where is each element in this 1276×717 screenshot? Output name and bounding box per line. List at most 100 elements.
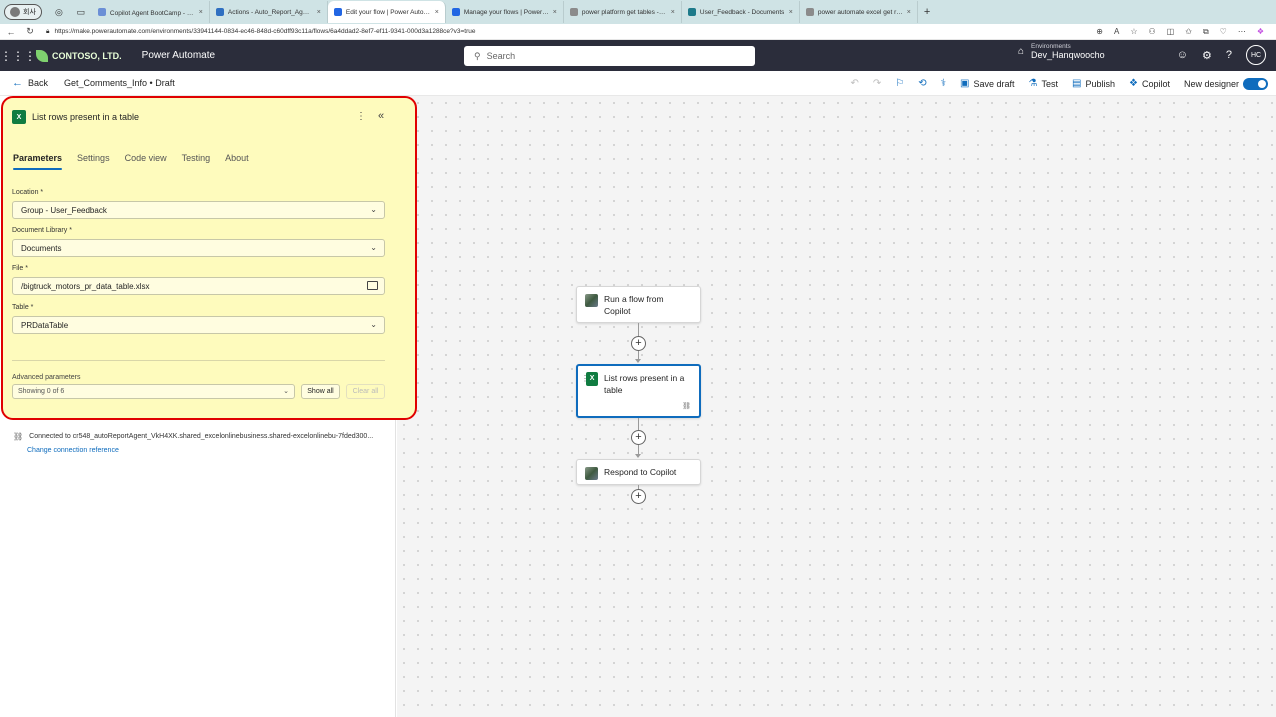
version-history-icon[interactable]: ⟲ — [918, 78, 926, 89]
save-draft-button[interactable]: ▣ Save draft — [960, 78, 1014, 89]
browser-tab[interactable]: power automate excel get rows × — [800, 1, 918, 23]
tab-favicon-icon — [97, 8, 106, 16]
environment-picker[interactable]: ⌂ Environments Dev_Hanqwoocho — [1018, 43, 1105, 60]
browser-tab[interactable]: Actions - Auto_Report_Agent | × — [210, 1, 328, 23]
new-designer-label: New designer — [1183, 78, 1239, 89]
tab-testing[interactable]: Testing — [182, 153, 211, 163]
redo-icon[interactable]: ↷ — [873, 78, 881, 89]
app-header: ⋮⋮⋮ CONTOSO, LTD. Power Automate ⚲ Searc… — [0, 40, 1276, 71]
show-all-button[interactable]: Show all — [301, 384, 340, 399]
drag-handle-icon[interactable]: ⋮ — [581, 374, 589, 383]
location-dropdown[interactable]: Group - User_Feedback ⌄ — [12, 201, 385, 219]
browser-tab[interactable]: Edit your flow | Power Automat × — [327, 1, 446, 23]
tab-settings[interactable]: Settings — [77, 153, 110, 163]
list-rows-action-card[interactable]: ⋮ X List rows present in a table ⛓ — [576, 364, 701, 418]
tab-about[interactable]: About — [225, 153, 249, 163]
close-tab-icon[interactable]: × — [553, 9, 557, 16]
browser-more-icon[interactable]: ⋯ — [1238, 27, 1246, 37]
location-label: Location * — [12, 189, 44, 196]
browser-back-icon[interactable]: ← — [3, 27, 19, 37]
tab-actions-icon[interactable]: ▭ — [74, 5, 88, 19]
close-tab-icon[interactable]: × — [671, 9, 675, 16]
product-name[interactable]: Power Automate — [142, 50, 215, 61]
user-avatar[interactable]: HC — [1246, 45, 1266, 65]
tab-parameters[interactable]: Parameters — [13, 153, 63, 170]
chevron-down-icon: ⌄ — [370, 320, 377, 329]
leaf-logo-icon — [36, 49, 48, 62]
close-tab-icon[interactable]: × — [317, 9, 321, 16]
clear-all-button[interactable]: Clear all — [346, 384, 385, 399]
more-options-icon[interactable]: ⋮ — [356, 111, 366, 122]
file-input[interactable]: /bigtruck_motors_pr_data_table.xlsx — [12, 277, 385, 295]
test-button[interactable]: ⚗ Test — [1029, 78, 1058, 89]
insert-step-button[interactable]: + — [631, 430, 646, 445]
app-launcher-icon[interactable]: ⋮⋮⋮ — [0, 49, 36, 63]
table-dropdown[interactable]: PRDataTable ⌄ — [12, 316, 385, 334]
insert-step-button[interactable]: + — [631, 489, 646, 504]
copilot-browser-icon[interactable]: ❖ — [1257, 27, 1264, 37]
settings-gear-icon[interactable]: ⚙ — [1202, 49, 1212, 62]
tab-label: power automate excel get rows — [817, 8, 903, 16]
browser-tab[interactable]: Manage your flows | Power Au × — [446, 1, 564, 23]
folder-picker-icon[interactable] — [367, 281, 378, 290]
close-tab-icon[interactable]: × — [199, 9, 203, 16]
help-icon[interactable]: ? — [1226, 49, 1232, 61]
new-designer-toggle[interactable] — [1243, 77, 1268, 90]
close-tab-icon[interactable]: × — [435, 9, 439, 16]
profile-label: 회사 — [23, 9, 36, 16]
search-icon: ⚲ — [474, 50, 481, 61]
file-value: /bigtruck_motors_pr_data_table.xlsx — [21, 281, 150, 291]
connection-link-icon: ⛓ — [13, 432, 24, 441]
document-library-dropdown[interactable]: Documents ⌄ — [12, 239, 385, 257]
org-logo[interactable]: CONTOSO, LTD. — [36, 49, 122, 62]
tab-code-view[interactable]: Code view — [125, 153, 167, 163]
respond-card[interactable]: Respond to Copilot — [576, 459, 701, 485]
browser-tab[interactable]: Copilot Agent BootCamp - 한국 × — [92, 1, 210, 23]
connection-link-icon: ⛓ — [682, 403, 691, 410]
file-label: File * — [12, 265, 28, 272]
collections-icon[interactable]: ⧉ — [1203, 27, 1209, 37]
flow-canvas[interactable] — [397, 96, 1276, 717]
connector-arrow — [635, 454, 641, 458]
url-field[interactable]: 🔒︎ https://make.powerautomate.com/enviro… — [46, 28, 1096, 36]
advanced-parameters-dropdown[interactable]: Showing 0 of 6 ⌄ — [12, 384, 295, 399]
workspaces-icon[interactable]: ◎ — [52, 5, 66, 19]
stethoscope-icon[interactable]: ⚕ — [941, 78, 946, 89]
panel-title[interactable]: List rows present in a table — [32, 112, 139, 122]
browser-refresh-icon[interactable]: ↻ — [22, 26, 38, 37]
trigger-card[interactable]: Run a flow from Copilot — [576, 286, 701, 323]
browser-tab[interactable]: power platform get tables - Se × — [564, 1, 682, 23]
back-button[interactable]: ← Back — [12, 77, 48, 89]
publish-button[interactable]: ▤ Publish — [1072, 78, 1115, 89]
undo-icon[interactable]: ↶ — [850, 78, 858, 89]
read-aloud-icon[interactable]: A — [1114, 27, 1119, 37]
split-screen-icon[interactable]: ◫ — [1167, 27, 1175, 37]
browser-tab[interactable]: User_Feedback - Documents × — [682, 1, 800, 23]
location-value: Group - User_Feedback — [21, 205, 107, 215]
smiley-feedback-icon[interactable]: ☺ — [1177, 49, 1188, 61]
collapse-panel-icon[interactable]: « — [378, 110, 384, 122]
change-connection-link[interactable]: Change connection reference — [27, 447, 119, 454]
tab-favicon-icon — [687, 8, 696, 16]
search-box[interactable]: ⚲ Search — [464, 46, 755, 66]
back-label: Back — [28, 78, 49, 88]
chevron-down-icon: ⌄ — [283, 388, 289, 395]
profile-heart-icon[interactable]: ♡ — [1220, 27, 1227, 37]
insert-step-button[interactable]: + — [631, 336, 646, 351]
connection-info: ⛓ Connected to cr548_autoReportAgent_VkH… — [13, 432, 373, 441]
flow-checker-icon[interactable]: ⚐ — [895, 78, 904, 89]
publish-icon: ▤ — [1072, 78, 1082, 89]
profile-avatar-icon — [10, 7, 20, 17]
extensions-icon[interactable]: ⚇ — [1149, 27, 1156, 37]
new-tab-button[interactable]: + — [924, 6, 930, 18]
copilot-button[interactable]: ❖ Copilot — [1129, 78, 1170, 89]
close-tab-icon[interactable]: × — [789, 9, 793, 16]
browser-profile-button[interactable]: 회사 — [4, 4, 42, 20]
tab-favicon-icon — [333, 8, 342, 16]
close-tab-icon[interactable]: × — [907, 9, 911, 16]
trigger-label: Run a flow from Copilot — [604, 294, 664, 316]
favorite-star-icon[interactable]: ☆ — [1130, 27, 1137, 37]
copilot-label: Copilot — [1141, 78, 1170, 89]
zoom-icon[interactable]: ⊕ — [1096, 27, 1103, 37]
favorites-icon[interactable]: ✩ — [1185, 27, 1192, 37]
